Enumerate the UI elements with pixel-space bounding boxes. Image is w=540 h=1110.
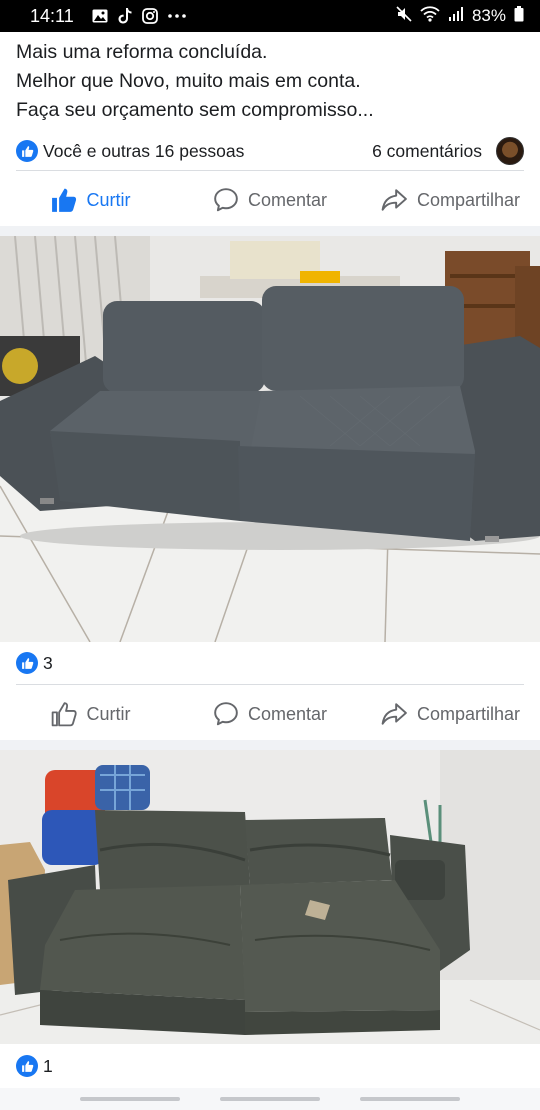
post-photo-worn-sofa[interactable]	[0, 750, 540, 1044]
post-text-line: Melhor que Novo, muito mais em conta.	[16, 70, 361, 92]
post-text-line: Faça seu orçamento sem compromisso...	[16, 99, 374, 121]
divider	[16, 170, 524, 171]
reactions-text[interactable]: Você e outras 16 pessoas	[43, 141, 244, 162]
photo-likes[interactable]: 3	[16, 649, 53, 677]
battery-percent: 83%	[471, 6, 506, 25]
status-system-icons: 83%	[396, 5, 524, 27]
share-button[interactable]: Compartilhar	[360, 701, 540, 727]
status-time: 14:11	[30, 5, 74, 26]
gallery-icon	[92, 9, 108, 23]
like-reaction-icon	[16, 652, 38, 674]
like-button[interactable]: Curtir	[0, 187, 180, 213]
photo-likes-count: 3	[43, 652, 53, 673]
post-text: Mais uma reforma concluída. Melhor que N…	[16, 38, 526, 125]
like-label: Curtir	[86, 703, 131, 724]
status-bar: 14:11 83%	[0, 0, 540, 32]
like-reaction-icon	[16, 140, 38, 162]
post-text-line: Mais uma reforma concluída.	[16, 41, 268, 63]
more-icon	[167, 14, 186, 18]
comment-label: Comentar	[247, 703, 328, 724]
share-button[interactable]: Compartilhar	[360, 187, 540, 213]
like-label: Curtir	[86, 189, 131, 210]
commenter-avatar[interactable]	[496, 137, 524, 165]
wifi-icon	[420, 5, 440, 27]
share-arrow-icon	[380, 187, 408, 213]
nav-back-button[interactable]	[360, 1097, 460, 1101]
reactions-summary[interactable]: Você e outras 16 pessoas 6 comentários	[16, 136, 524, 166]
post-photo-renovated-sofa[interactable]	[0, 236, 540, 642]
nav-recents-button[interactable]	[80, 1097, 180, 1101]
like-button[interactable]: Curtir	[0, 701, 180, 727]
separator-band	[0, 740, 540, 750]
signal-icon	[448, 6, 464, 26]
tiktok-icon	[118, 8, 132, 24]
like-reaction-icon	[16, 1055, 38, 1077]
separator-band	[0, 226, 540, 236]
instagram-icon	[141, 8, 158, 24]
comment-label: Comentar	[247, 189, 328, 210]
post-action-bar: Curtir Comentar Compartilhar	[0, 174, 540, 226]
comment-button[interactable]: Comentar	[180, 187, 360, 213]
photo-action-bar: Curtir Comentar Compartilhar	[0, 688, 540, 740]
status-notification-icons	[92, 8, 186, 24]
thumbs-up-icon	[50, 701, 78, 727]
share-label: Compartilhar	[416, 189, 521, 210]
system-nav-bar	[0, 1088, 540, 1110]
photo-likes[interactable]: 1	[16, 1052, 53, 1080]
comment-bubble-icon	[213, 701, 239, 727]
photo-likes-count: 1	[43, 1055, 53, 1076]
comment-button[interactable]: Comentar	[180, 701, 360, 727]
share-label: Compartilhar	[416, 703, 521, 724]
comment-bubble-icon	[213, 187, 239, 213]
battery-icon	[514, 5, 524, 27]
mute-icon	[396, 5, 412, 27]
comments-count[interactable]: 6 comentários	[372, 141, 482, 162]
thumbs-up-filled-icon	[50, 187, 78, 213]
share-arrow-icon	[380, 701, 408, 727]
divider	[16, 684, 524, 685]
nav-home-button[interactable]	[220, 1097, 320, 1101]
